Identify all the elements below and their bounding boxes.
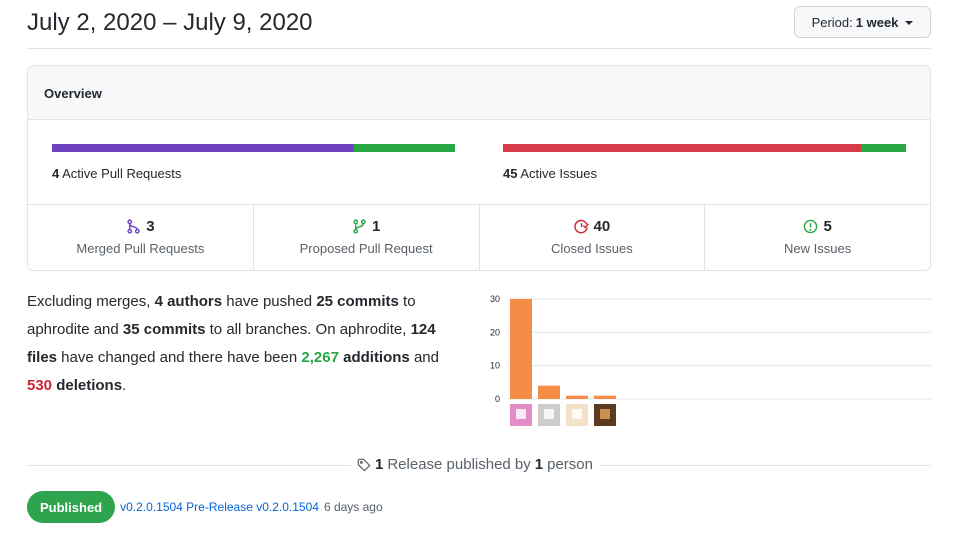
y-tick-label: 20 [490, 327, 500, 337]
author-avatar-pattern [600, 409, 610, 419]
pr-open-segment [354, 144, 455, 152]
pull-requests-summary[interactable]: 4 Active Pull Requests [52, 144, 455, 181]
issues-text: Active Issues [520, 166, 597, 181]
overview-panel: Overview 4 Active Pull Requests 45 Activ… [27, 65, 931, 271]
proposed-count: 1 [371, 218, 381, 235]
release-link[interactable]: v0.2.0.1504 Pre-Release v0.2.0.1504 [120, 500, 319, 514]
tag-icon [357, 458, 371, 472]
period-value: 1 week [855, 14, 899, 30]
summary-text: . [122, 377, 127, 394]
period-label: Period: [811, 14, 853, 30]
stat-new-issues[interactable]: 5 New Issues [705, 205, 930, 270]
closed-label: Closed Issues [551, 241, 633, 256]
commits-by-author-chart: 0 10 20 30 [484, 290, 934, 430]
new-issues-count: 5 [823, 218, 832, 235]
release-count: 1 [375, 456, 384, 473]
stat-proposed-pull-request[interactable]: 1 Proposed Pull Request [254, 205, 480, 270]
release-text-end: person [547, 456, 593, 473]
summary-text: have pushed [222, 293, 317, 310]
summary-text: to all branches. On aphrodite, [205, 321, 411, 338]
pr-merged-segment [52, 144, 355, 152]
release-people-count: 1 [534, 456, 544, 473]
proposed-label: Proposed Pull Request [299, 241, 433, 256]
summary-text: have changed and there have been [57, 349, 302, 366]
stat-closed-issues[interactable]: 40 Closed Issues [480, 205, 706, 270]
additions-word: additions [338, 349, 410, 366]
pull-requests-count: 4 [52, 166, 60, 181]
issue-closed-icon [573, 219, 589, 234]
issue-opened-icon [804, 219, 818, 234]
deletions-word: deletions [52, 377, 123, 394]
published-badge: Published [27, 491, 116, 523]
chart-bar [566, 395, 588, 399]
summary-text: and [409, 349, 439, 366]
issues-closed-segment [503, 144, 862, 152]
chart-svg: 0 10 20 30 [490, 294, 931, 426]
chart-bar [538, 385, 560, 399]
release-item: Published v0.2.0.1504 Pre-Release v0.2.0… [27, 491, 383, 523]
stat-merged-pull-requests[interactable]: 3 Merged Pull Requests [28, 205, 254, 270]
summary-text: Excluding merges, [27, 293, 155, 310]
y-tick-label: 30 [490, 294, 500, 304]
overview-stats: 3 Merged Pull Requests 1 Proposed Pull R… [28, 205, 930, 270]
git-merge-icon [127, 219, 140, 234]
caret-down-icon [905, 21, 914, 25]
date-range-title: July 2, 2020 – July 9, 2020 [27, 9, 313, 36]
issues-bar [503, 144, 906, 152]
release-summary: 1 Release published by 1 person [351, 456, 599, 473]
release-text-mid: Release published by [387, 456, 531, 473]
commits-all-count: 35 commits [122, 321, 206, 338]
merged-label: Merged Pull Requests [76, 241, 205, 256]
chart-bar [510, 299, 532, 399]
closed-count: 40 [593, 218, 611, 235]
y-tick-label: 10 [490, 361, 500, 371]
commits-main-count: 25 commits [316, 293, 399, 310]
git-pull-request-icon [353, 219, 366, 234]
issues-open-segment [861, 144, 906, 152]
additions-count: 2,267 [301, 349, 339, 366]
pull-requests-text: Active Pull Requests [62, 166, 182, 181]
issues-label: 45 Active Issues [503, 166, 906, 181]
release-time: 6 days ago [323, 500, 383, 514]
merged-count: 3 [146, 218, 155, 235]
pull-requests-label: 4 Active Pull Requests [52, 166, 455, 181]
commit-summary: Excluding merges, 4 authors have pushed … [27, 288, 467, 400]
issues-summary[interactable]: 45 Active Issues [503, 144, 906, 181]
author-avatar-pattern [572, 409, 582, 419]
author-avatar-pattern [544, 409, 554, 419]
author-avatar-pattern [516, 409, 526, 419]
authors-count: 4 authors [154, 293, 223, 310]
pull-requests-bar [52, 144, 455, 152]
overview-bars: 4 Active Pull Requests 45 Active Issues [28, 120, 930, 205]
overview-title: Overview [28, 66, 930, 120]
chart-bar [594, 395, 616, 399]
deletions-count: 530 [27, 377, 53, 394]
period-dropdown-button[interactable]: Period: 1 week [794, 6, 931, 38]
page-header: July 2, 2020 – July 9, 2020 Period: 1 we… [27, 0, 931, 49]
issues-count: 45 [503, 166, 518, 181]
y-tick-label: 0 [495, 394, 500, 404]
new-issues-label: New Issues [784, 241, 852, 256]
